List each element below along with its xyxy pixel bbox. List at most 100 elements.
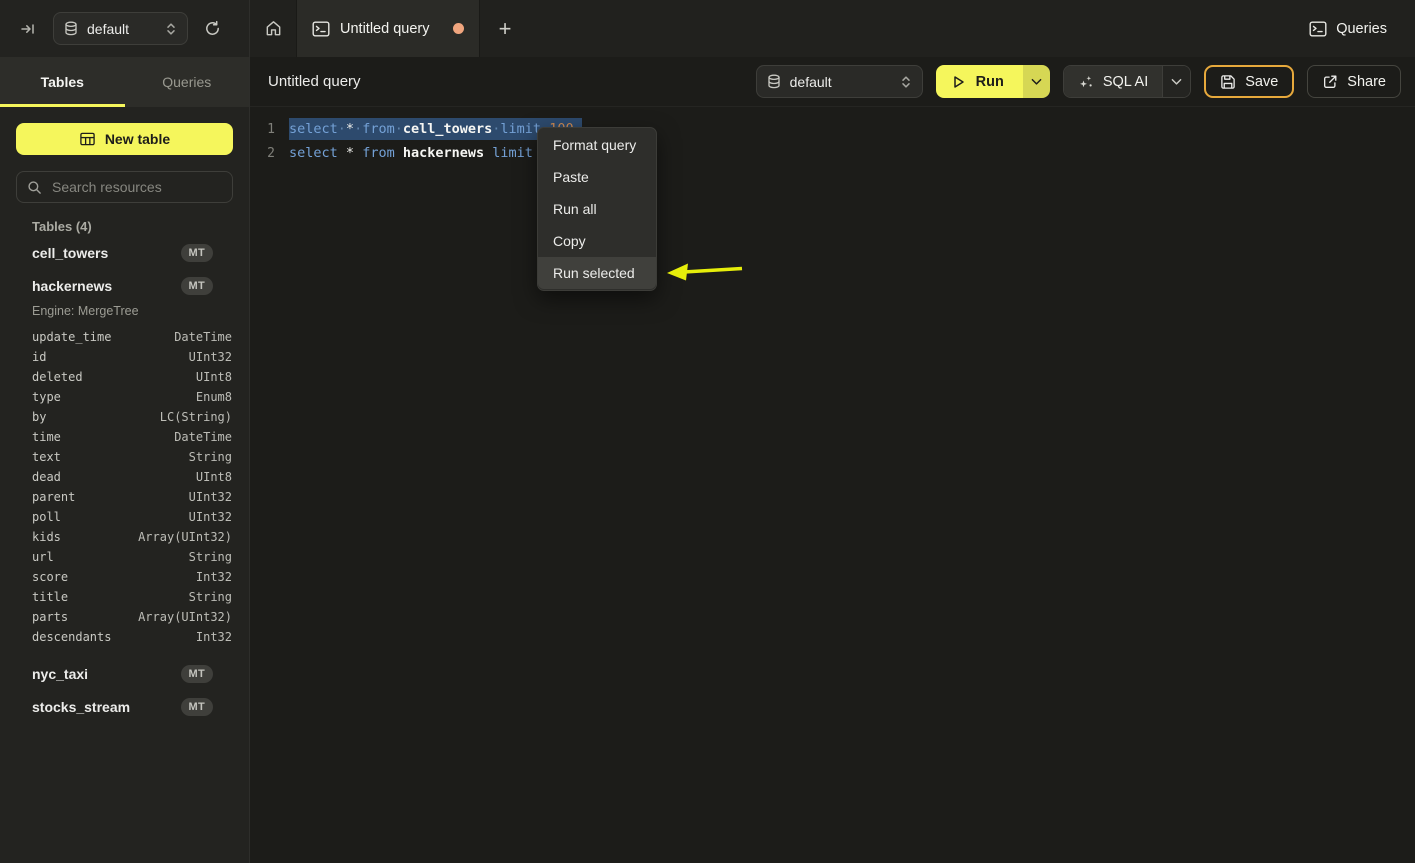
column-type: UInt32 bbox=[189, 350, 232, 364]
column-row: update_timeDateTime bbox=[0, 327, 249, 347]
menu-item-format-query[interactable]: Format query bbox=[538, 129, 656, 161]
column-type: Int32 bbox=[196, 570, 232, 584]
code-line[interactable]: 1select·*·from·cell_towers·limit·100· bbox=[250, 117, 1415, 141]
column-name: by bbox=[32, 410, 46, 424]
menu-item-run-selected[interactable]: Run selected bbox=[538, 257, 656, 289]
new-table-label: New table bbox=[105, 131, 170, 147]
top-bar-left: default bbox=[0, 0, 250, 57]
code-token bbox=[338, 145, 346, 161]
sql-console-app: default bbox=[0, 0, 1415, 863]
table-name: hackernews bbox=[32, 278, 112, 294]
collapse-sidebar-icon[interactable] bbox=[20, 21, 36, 37]
home-tab[interactable] bbox=[250, 0, 296, 57]
tab-label: Untitled query bbox=[340, 21, 429, 37]
column-type: UInt32 bbox=[189, 490, 232, 504]
save-button[interactable]: Save bbox=[1204, 65, 1294, 98]
column-type: String bbox=[189, 550, 232, 564]
column-name: id bbox=[32, 350, 46, 364]
column-name: parts bbox=[32, 610, 68, 624]
database-selector-value: default bbox=[790, 74, 832, 90]
database-selector[interactable]: default bbox=[756, 65, 923, 98]
refresh-icon[interactable] bbox=[204, 20, 221, 37]
annotation-arrow bbox=[658, 255, 750, 291]
column-row: type Enum8 bbox=[0, 387, 249, 407]
code-token: from bbox=[362, 145, 395, 161]
share-button[interactable]: Share bbox=[1307, 65, 1401, 98]
column-name: kids bbox=[32, 530, 61, 544]
search-box[interactable] bbox=[16, 171, 233, 203]
table-grid-icon bbox=[79, 131, 96, 147]
code-token: * bbox=[346, 145, 354, 161]
column-row: partsArray(UInt32) bbox=[0, 607, 249, 627]
table-name: stocks_stream bbox=[32, 699, 130, 715]
code-token: * bbox=[346, 121, 354, 137]
code-lines: 1select·*·from·cell_towers·limit·100· 2 se… bbox=[250, 117, 1415, 165]
menu-item-copy[interactable]: Copy bbox=[538, 225, 656, 257]
save-button-label: Save bbox=[1245, 74, 1278, 90]
database-selector[interactable]: default bbox=[53, 12, 188, 45]
tab-untitled-query[interactable]: Untitled query bbox=[296, 0, 480, 57]
run-button-group: Run bbox=[936, 65, 1050, 98]
sidebar-tab-tables[interactable]: Tables bbox=[0, 57, 125, 107]
context-menu: Format queryPasteRun allCopyRun selected bbox=[537, 127, 657, 291]
menu-item-run-all[interactable]: Run all bbox=[538, 193, 656, 225]
code-token: limit bbox=[500, 121, 541, 137]
column-row: parent UInt32 bbox=[0, 487, 249, 507]
column-type: DateTime bbox=[174, 330, 232, 344]
code-line[interactable]: 2select * from hackernews limit bbox=[250, 141, 1415, 165]
sidebar: Tables Queries New table bbox=[0, 57, 250, 863]
column-name: type bbox=[32, 390, 61, 404]
database-selector-value: default bbox=[87, 21, 129, 37]
line-number: 2 bbox=[250, 146, 284, 161]
tab-strip: Untitled query + Queries bbox=[250, 0, 1415, 57]
column-row: descendantsInt32 bbox=[0, 627, 249, 647]
table-row[interactable]: hackernews MT bbox=[0, 269, 249, 302]
run-button[interactable]: Run bbox=[936, 65, 1023, 98]
terminal-icon bbox=[1309, 21, 1327, 37]
code-token: select bbox=[289, 145, 338, 161]
run-options-caret[interactable] bbox=[1023, 65, 1050, 98]
save-floppy-icon bbox=[1220, 74, 1236, 90]
column-type: UInt8 bbox=[196, 370, 232, 384]
engine-badge: MT bbox=[181, 244, 213, 262]
line-number: 1 bbox=[250, 122, 284, 137]
main-panel: Untitled query default bbox=[250, 57, 1415, 863]
column-row: score Int32 bbox=[0, 567, 249, 587]
column-row: urlString bbox=[0, 547, 249, 567]
column-type: Enum8 bbox=[196, 390, 232, 404]
code-token bbox=[354, 145, 362, 161]
column-type: Array(UInt32) bbox=[138, 530, 232, 544]
queries-button-label: Queries bbox=[1336, 21, 1387, 37]
database-icon bbox=[64, 21, 78, 36]
sql-ai-button-group: SQL AI bbox=[1063, 65, 1191, 98]
table-row[interactable]: stocks_streamMT bbox=[0, 690, 249, 723]
search-icon bbox=[27, 180, 42, 195]
sql-editor[interactable]: 1select·*·from·cell_towers·limit·100· 2 se… bbox=[250, 107, 1415, 863]
search-input[interactable] bbox=[50, 178, 222, 196]
column-row: pollUInt32 bbox=[0, 507, 249, 527]
new-tab-button[interactable]: + bbox=[480, 0, 530, 57]
updown-chevron-icon bbox=[165, 22, 177, 36]
sql-ai-label: SQL AI bbox=[1103, 74, 1148, 90]
new-table-button[interactable]: New table bbox=[16, 123, 233, 155]
sidebar-tab-queries[interactable]: Queries bbox=[125, 57, 250, 107]
column-name: score bbox=[32, 570, 68, 584]
play-icon bbox=[951, 74, 966, 90]
column-name: title bbox=[32, 590, 68, 604]
column-type: UInt32 bbox=[189, 510, 232, 524]
editor-toolbar: Untitled query default bbox=[250, 57, 1415, 107]
unsaved-indicator-dot bbox=[453, 23, 464, 34]
queries-button[interactable]: Queries bbox=[1309, 0, 1387, 57]
engine-badge: MT bbox=[181, 665, 213, 683]
table-row[interactable]: cell_towersMT bbox=[0, 236, 249, 269]
menu-item-paste[interactable]: Paste bbox=[538, 161, 656, 193]
sql-ai-button[interactable]: SQL AI bbox=[1064, 66, 1162, 97]
engine-badge: MT bbox=[181, 277, 213, 295]
sparkles-icon bbox=[1078, 74, 1094, 90]
table-row[interactable]: nyc_taxiMT bbox=[0, 657, 249, 690]
column-type: LC(String) bbox=[160, 410, 232, 424]
sidebar-tabs: Tables Queries bbox=[0, 57, 249, 107]
column-row: deadUInt8 bbox=[0, 467, 249, 487]
sql-ai-caret[interactable] bbox=[1162, 66, 1190, 97]
column-name: parent bbox=[32, 490, 75, 504]
